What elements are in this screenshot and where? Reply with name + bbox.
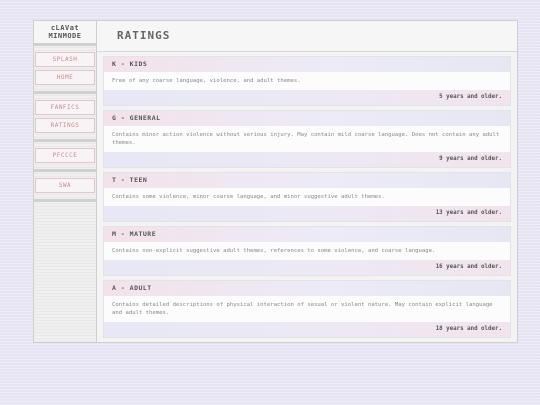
nav-pfccce[interactable]: PFCCCE: [35, 148, 95, 163]
rating-card-g: G - GENERAL Contains minor action violen…: [103, 110, 511, 168]
rating-card-k: K - KIDS Free of any coarse language, vi…: [103, 56, 511, 106]
main-panel: RATINGS K - KIDS Free of any coarse lang…: [97, 21, 517, 342]
nav-swa[interactable]: SWA: [35, 178, 95, 193]
site-logo[interactable]: cLAVat MINMODE: [34, 21, 96, 46]
rating-description: Contains detailed descriptions of physic…: [104, 296, 510, 322]
nav-group-1: SPLASH HOME: [34, 46, 96, 94]
rating-title: G - GENERAL: [104, 111, 510, 126]
sidebar: cLAVat MINMODE SPLASH HOME FANFICS RATIN…: [34, 21, 97, 342]
rating-description: Contains minor action violence without s…: [104, 126, 510, 152]
logo-line-1: cLAVat: [50, 24, 80, 32]
rating-age: 13 years and older.: [104, 206, 510, 221]
rating-title: T - TEEN: [104, 173, 510, 188]
rating-description: Contains some violence, minor coarse lan…: [104, 188, 510, 206]
app-frame: cLAVat MINMODE SPLASH HOME FANFICS RATIN…: [33, 20, 518, 343]
rating-age: 18 years and older.: [104, 322, 510, 337]
rating-description: Contains non-explicit suggestive adult t…: [104, 242, 510, 260]
rating-title: K - KIDS: [104, 57, 510, 72]
logo-line-2: MINMODE: [48, 32, 82, 40]
rating-card-m: M - MATURE Contains non-explicit suggest…: [103, 226, 511, 276]
nav-ratings[interactable]: RATINGS: [35, 118, 95, 133]
nav-group-2: FANFICS RATINGS: [34, 94, 96, 142]
nav-fanfics[interactable]: FANFICS: [35, 100, 95, 115]
rating-age: 16 years and older.: [104, 260, 510, 275]
rating-card-a: A - ADULT Contains detailed descriptions…: [103, 280, 511, 338]
rating-title: M - MATURE: [104, 227, 510, 242]
page-title: RATINGS: [117, 29, 171, 42]
rating-description: Free of any coarse language, violence, a…: [104, 72, 510, 90]
nav-group-4: SWA: [34, 172, 96, 202]
rating-title: A - ADULT: [104, 281, 510, 296]
ratings-list: K - KIDS Free of any coarse language, vi…: [103, 56, 511, 342]
rating-age: 9 years and older.: [104, 152, 510, 167]
nav-home[interactable]: HOME: [35, 70, 95, 85]
rating-card-t: T - TEEN Contains some violence, minor c…: [103, 172, 511, 222]
nav-group-3: PFCCCE: [34, 142, 96, 172]
page-header: RATINGS: [97, 21, 517, 52]
nav-splash[interactable]: SPLASH: [35, 52, 95, 67]
rating-age: 5 years and older.: [104, 90, 510, 105]
